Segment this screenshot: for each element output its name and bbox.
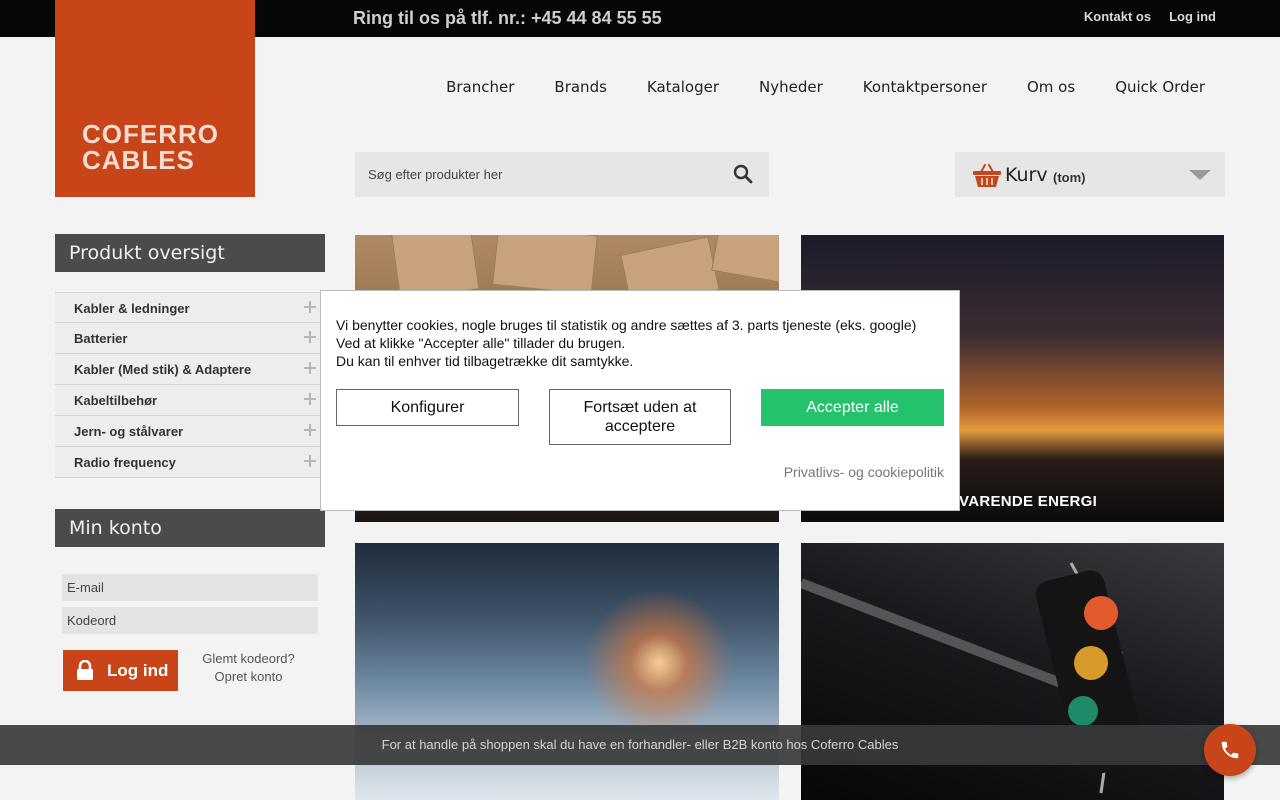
lock-icon (77, 660, 93, 680)
continue-without-accept-button[interactable]: Fortsæt uden at acceptere (549, 389, 731, 445)
my-account-title: Min konto (55, 509, 325, 547)
contact-link[interactable]: Kontakt os (1084, 9, 1151, 24)
category-item[interactable]: Batterier (55, 323, 325, 354)
nav-om-os[interactable]: Om os (1027, 78, 1075, 96)
cookie-text-line: Du kan til enhver tid tilbagetrække dit … (336, 353, 634, 369)
chevron-down-icon (1189, 170, 1211, 180)
tile-caption: VARENDE ENERGI (959, 493, 1098, 510)
top-links: Kontakt os Log ind (1084, 9, 1216, 24)
search-bar (355, 152, 769, 197)
nav-brands[interactable]: Brands (554, 78, 607, 96)
cart-title: Kurv (1005, 164, 1048, 186)
category-label: Kabler & ledninger (74, 301, 190, 316)
cookie-dialog: Vi benytter cookies, nogle bruges til st… (320, 290, 960, 511)
configure-button[interactable]: Konfigurer (336, 389, 519, 426)
login-link[interactable]: Log ind (1169, 9, 1216, 24)
cookie-text: Vi benytter cookies, nogle bruges til st… (336, 316, 946, 370)
cookie-text-line: Ved at klikke "Accepter alle" tillader d… (336, 335, 626, 351)
search-button[interactable] (733, 164, 755, 186)
cart-state: (tom) (1053, 170, 1086, 185)
privacy-policy-link[interactable]: Privatlivs- og cookiepolitik (784, 464, 944, 480)
category-item[interactable]: Jern- og stålvarer (55, 416, 325, 447)
cookie-text-line: Vi benytter cookies, nogle bruges til st… (336, 317, 917, 333)
product-overview-title: Produkt oversigt (55, 234, 325, 272)
plus-icon[interactable] (304, 301, 316, 313)
category-list: Kabler & ledninger Batterier Kabler (Med… (55, 292, 325, 478)
category-label: Radio frequency (74, 455, 176, 470)
forgot-password-link[interactable]: Glemt kodeord? (190, 650, 307, 668)
box-shape (711, 235, 779, 283)
create-account-link[interactable]: Opret konto (190, 668, 307, 686)
phone-icon (1221, 741, 1239, 759)
site-logo[interactable]: COFERRO CABLES (55, 0, 255, 197)
nav-nyheder[interactable]: Nyheder (759, 78, 823, 96)
category-label: Batterier (74, 331, 128, 346)
nav-kataloger[interactable]: Kataloger (647, 78, 719, 96)
logo-text-line1: COFERRO (82, 119, 219, 149)
category-item[interactable]: Kabeltilbehør (55, 385, 325, 416)
box-shape (492, 235, 598, 296)
call-button[interactable] (1204, 724, 1256, 776)
category-label: Kabler (Med stik) & Adaptere (74, 362, 252, 377)
nav-brancher[interactable]: Brancher (446, 78, 514, 96)
category-item[interactable]: Radio frequency (55, 447, 325, 478)
logo-text-line2: CABLES (82, 145, 195, 175)
search-icon (733, 164, 753, 184)
nav-kontaktpersoner[interactable]: Kontaktpersoner (863, 78, 987, 96)
nav-quick-order[interactable]: Quick Order (1115, 78, 1205, 96)
login-button-label: Log ind (107, 661, 169, 680)
phone-number: Ring til os på tlf. nr.: +45 44 84 55 55 (353, 8, 662, 28)
plus-icon[interactable] (304, 455, 316, 467)
plus-icon[interactable] (304, 331, 316, 343)
b2b-notice-bar: For at handle på shoppen skal du have en… (0, 725, 1280, 765)
password-field[interactable] (62, 607, 318, 634)
plus-icon[interactable] (304, 362, 316, 374)
basket-icon (973, 164, 1001, 187)
login-button[interactable]: Log ind (63, 650, 178, 691)
email-field[interactable] (62, 574, 318, 601)
main-nav: Brancher Brands Kataloger Nyheder Kontak… (446, 78, 1205, 96)
account-links: Glemt kodeord? Opret konto (190, 650, 307, 686)
category-label: Jern- og stålvarer (74, 424, 184, 439)
cart-dropdown[interactable]: Kurv (tom) (955, 152, 1225, 197)
accept-all-button[interactable]: Accepter alle (761, 389, 944, 426)
category-item[interactable]: Kabler (Med stik) & Adaptere (55, 354, 325, 385)
category-item[interactable]: Kabler & ledninger (55, 292, 325, 323)
search-input[interactable] (355, 152, 715, 197)
light-glow (579, 583, 739, 743)
plus-icon[interactable] (304, 424, 316, 436)
category-label: Kabeltilbehør (74, 393, 158, 408)
plus-icon[interactable] (304, 393, 316, 405)
